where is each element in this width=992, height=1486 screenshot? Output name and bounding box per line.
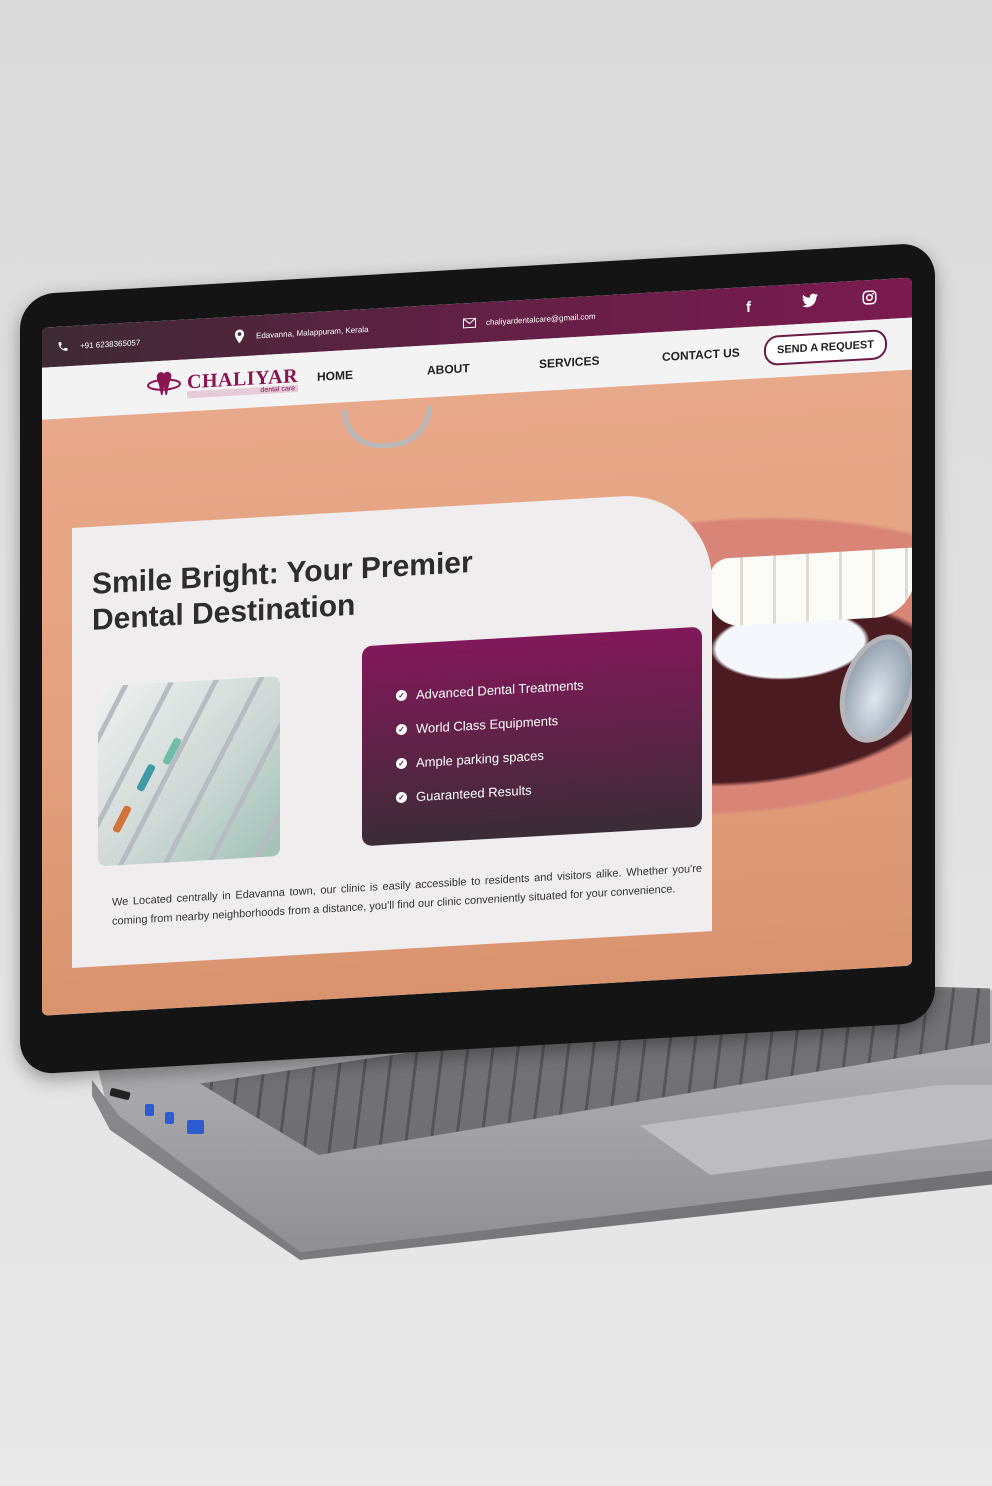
nav-services[interactable]: SERVICES (539, 354, 599, 371)
send-request-button[interactable]: SEND A REQUEST (764, 329, 887, 367)
hero-section: Smile Bright: Your Premier Dental Destin… (42, 369, 912, 1016)
check-icon: ✓ (396, 757, 407, 770)
brand-logo[interactable]: CHALIYAR dental care (147, 361, 299, 405)
email-text: chaliyardentalcare@gmail.com (486, 311, 596, 327)
location-text: Edavanna, Malappuram, Kerala (256, 324, 369, 340)
tool-accent (161, 736, 183, 766)
tool-accent (135, 763, 157, 793)
phone-text: +91 6238365057 (80, 337, 141, 351)
mail-icon (462, 316, 476, 331)
check-icon: ✓ (396, 689, 407, 702)
email-item[interactable]: chaliyardentalcare@gmail.com (462, 309, 596, 331)
website-screen: +91 6238365057 Edavanna, Malappuram, Ker… (42, 277, 912, 1016)
phone-icon (56, 339, 70, 354)
hero-title: Smile Bright: Your Premier Dental Destin… (92, 545, 473, 637)
facebook-icon[interactable]: f (746, 299, 751, 316)
check-icon: ✓ (396, 791, 407, 804)
nav-home[interactable]: HOME (317, 368, 353, 384)
hero-card: Smile Bright: Your Premier Dental Destin… (72, 491, 712, 969)
feature-label: Guaranteed Results (416, 782, 532, 805)
features-panel: ✓ Advanced Dental Treatments ✓ World Cla… (362, 626, 702, 847)
usb-port (165, 1112, 174, 1124)
dental-mirror-image (826, 626, 912, 751)
dental-mirror-handle (342, 405, 432, 451)
feature-item: ✓ Guaranteed Results (396, 773, 702, 806)
feature-label: Advanced Dental Treatments (416, 677, 584, 703)
feature-item: ✓ Ample parking spaces (396, 739, 702, 772)
dental-tools-image (98, 676, 280, 867)
feature-item: ✓ World Class Equipments (396, 705, 702, 738)
location-item: Edavanna, Malappuram, Kerala (232, 322, 369, 344)
nav-about[interactable]: ABOUT (427, 361, 470, 377)
twitter-icon[interactable] (802, 293, 818, 312)
instagram-icon[interactable] (862, 290, 877, 310)
location-pin-icon (232, 329, 246, 344)
check-icon: ✓ (396, 723, 407, 736)
nav-contact-us[interactable]: CONTACT US (662, 345, 740, 363)
hero-description: We Located centrally in Edavanna town, o… (112, 862, 702, 928)
laptop-lid: +91 6238365057 Edavanna, Malappuram, Ker… (20, 242, 935, 1075)
feature-label: Ample parking spaces (416, 747, 544, 771)
teeth-image (710, 547, 912, 628)
usb-port (145, 1104, 154, 1116)
usb-port (187, 1120, 204, 1134)
feature-item: ✓ Advanced Dental Treatments (396, 671, 702, 704)
phone-item[interactable]: +91 6238365057 (56, 335, 140, 354)
tool-accent (111, 804, 133, 834)
feature-label: World Class Equipments (416, 712, 559, 737)
tooth-icon (147, 368, 183, 405)
